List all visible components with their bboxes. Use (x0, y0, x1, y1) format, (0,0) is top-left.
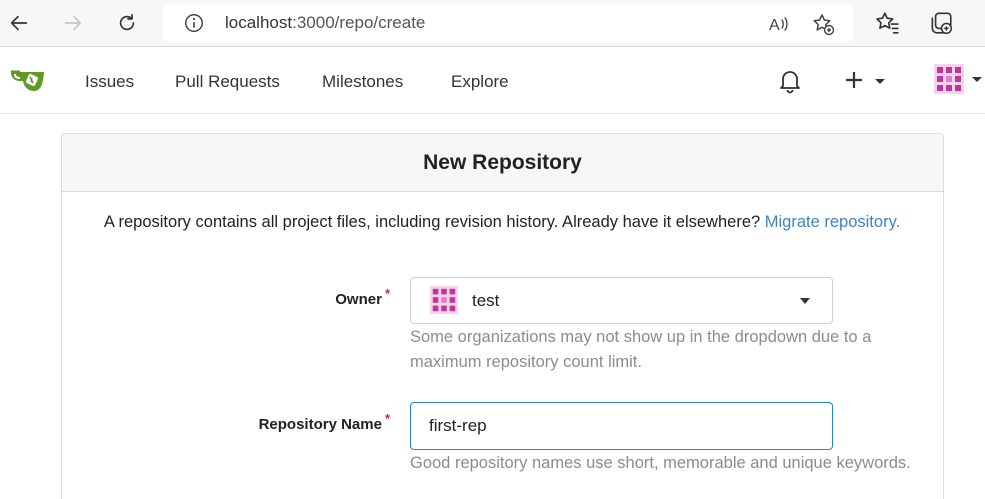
nav-milestones[interactable]: Milestones (322, 72, 403, 92)
required-mark: * (384, 411, 390, 426)
owner-dropdown[interactable]: test (410, 277, 833, 324)
repository-name-label: Repository Name * (258, 411, 390, 433)
back-button[interactable] (4, 8, 34, 38)
favorites-icon[interactable] (874, 10, 900, 36)
nav-issues[interactable]: Issues (85, 72, 134, 92)
app-navbar: Issues Pull Requests Milestones Explore (0, 48, 985, 114)
info-icon[interactable] (183, 12, 205, 34)
nav-pull-requests[interactable]: Pull Requests (175, 72, 280, 92)
forward-button[interactable] (58, 8, 88, 38)
arrow-left-icon (10, 15, 28, 31)
intro-description: A repository contains all project files,… (103, 213, 761, 231)
reload-button[interactable] (112, 8, 142, 38)
nav-explore[interactable]: Explore (451, 72, 509, 92)
favorite-add-icon[interactable] (811, 12, 835, 36)
repository-name-help-text: Good repository names use short, memorab… (410, 454, 911, 472)
address-bar[interactable]: localhost:3000/repo/create A (163, 4, 853, 42)
collections-icon[interactable] (928, 10, 954, 36)
owner-label: Owner * (335, 286, 390, 308)
new-repository-card: New Repository A repository contains all… (61, 133, 944, 499)
repository-name-input[interactable] (410, 402, 833, 450)
card-header: New Repository (62, 134, 943, 192)
required-mark: * (384, 286, 390, 301)
browser-toolbar: localhost:3000/repo/create A (0, 0, 985, 47)
gitea-logo-icon[interactable] (9, 64, 47, 94)
url-text: localhost:3000/repo/create (225, 13, 425, 33)
owner-avatar-icon (430, 286, 458, 314)
reload-icon (119, 13, 135, 31)
create-menu-icon[interactable] (844, 68, 888, 94)
page-title: New Repository (423, 151, 582, 174)
url-path: :3000/repo/create (292, 13, 426, 32)
owner-selected-value: test (472, 291, 500, 310)
notifications-bell-icon[interactable] (778, 68, 802, 94)
repository-name-label-text: Repository Name (258, 416, 382, 433)
intro-text: A repository contains all project files,… (102, 210, 902, 235)
owner-label-text: Owner (335, 291, 382, 308)
svg-text:A: A (769, 17, 780, 34)
read-aloud-icon[interactable]: A (767, 12, 791, 36)
user-avatar-menu-icon[interactable] (932, 62, 982, 96)
migrate-repository-link[interactable]: Migrate repository. (765, 213, 900, 231)
dropdown-caret-icon (800, 298, 810, 304)
arrow-right-icon (64, 15, 82, 31)
url-host: localhost (225, 13, 293, 32)
owner-help-text: Some organizations may not show up in th… (410, 328, 872, 371)
